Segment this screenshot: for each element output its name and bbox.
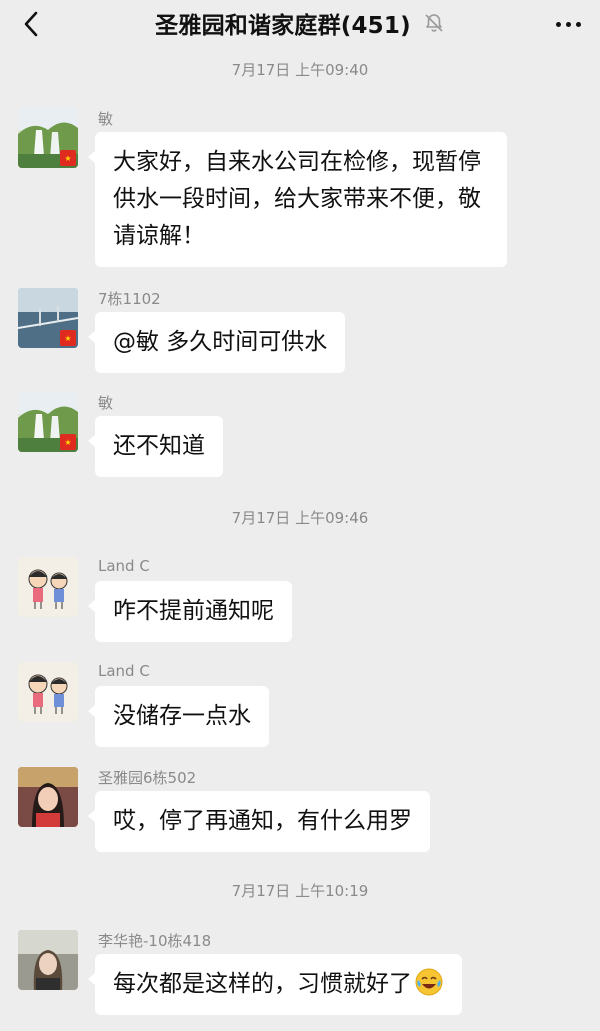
message-text: 每次都是这样的，习惯就好了 [113,971,412,997]
more-dots-icon [555,21,561,27]
chat-header: 圣雅园和谐家庭群(451) [0,0,600,50]
timestamp: 7月17日 上午09:46 [231,509,369,527]
message-bubble[interactable]: 没储存一点水 [88,686,269,747]
woman-photo-avatar[interactable] [18,767,78,827]
crying-laughing-emoji [414,967,444,997]
message-bubble[interactable]: 大家好，自来水公司在检修，现暂停供水一段时间，给大家带来不便，敬请谅解！ [88,132,507,267]
sender-name: Land C [98,557,150,575]
cartoon-kids-avatar[interactable] [18,557,78,617]
message-bubble[interactable]: 咋不提前通知呢 [88,581,292,642]
bell-muted-icon [423,12,445,34]
message-bubble[interactable]: 还不知道 [88,416,223,477]
message-bubble[interactable]: @敏 多久时间可供水 [87,312,346,373]
sender-name: 7栋1102 [98,290,161,308]
woman-photo-avatar[interactable] [18,930,78,990]
svg-text:★: ★ [64,334,71,343]
svg-text:★: ★ [64,438,71,447]
waterfall-landscape-avatar[interactable]: ★ [18,392,78,452]
svg-text:★: ★ [64,154,71,163]
waterfall-landscape-avatar[interactable]: ★ [18,108,78,168]
timestamp: 7月17日 上午10:19 [231,882,369,900]
chat-title: 圣雅园和谐家庭群(451) [155,13,411,39]
timestamp: 7月17日 上午09:40 [231,61,369,79]
sender-name: 圣雅园6栋502 [98,769,197,787]
sender-name: 敏 [98,110,114,128]
sea-bridge-avatar[interactable]: ★ [18,288,78,348]
message-bubble[interactable]: 哎，停了再通知，有什么用罗 [88,791,430,852]
message-bubble[interactable]: 每次都是这样的，习惯就好了 [88,954,462,1015]
sender-name: 李华艳-10栋418 [98,932,212,950]
sender-name: Land C [98,662,150,680]
cartoon-kids-avatar[interactable] [18,662,78,722]
more-button[interactable] [550,6,586,42]
sender-name: 敏 [98,394,114,412]
